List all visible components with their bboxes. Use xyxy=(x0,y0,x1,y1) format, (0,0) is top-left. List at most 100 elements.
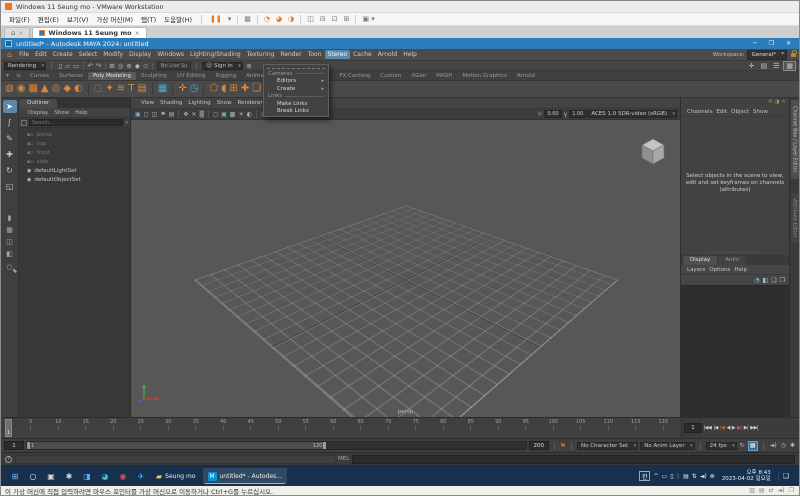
taskbar-clock[interactable]: 오후 8:43 2023-04-02 일요일 xyxy=(718,470,775,483)
outliner-item[interactable]: ▪▫ top xyxy=(27,139,130,148)
maya-menu-item[interactable]: Create xyxy=(50,50,76,59)
snap-grid-icon[interactable]: ⊞ xyxy=(108,62,116,70)
go-to-end-button[interactable]: ▶▶| xyxy=(750,425,759,431)
fps-dropdown[interactable]: 24 fps xyxy=(705,441,737,450)
animation-preferences-button[interactable]: ▦ xyxy=(747,440,758,451)
stereo-menu-item[interactable]: Make Links xyxy=(264,100,328,108)
close-button[interactable]: ✕ xyxy=(782,40,795,47)
channel-box-menu-item[interactable]: Show xyxy=(751,109,770,115)
outliner-item[interactable]: ◉ defaultLightSet xyxy=(27,166,130,175)
quad-draw-icon[interactable]: ❑ xyxy=(252,81,261,97)
vmware-menu-item[interactable]: 파일(F) xyxy=(5,15,34,25)
maya-menu-item[interactable]: Toon xyxy=(305,50,325,59)
viewport-canvas[interactable]: persp xyxy=(131,120,680,417)
view-cube[interactable] xyxy=(638,136,668,168)
vmware-home-tab[interactable]: ⌂ × xyxy=(4,27,31,38)
platonic-solid-icon[interactable]: ◌ xyxy=(94,81,103,97)
lock-camera-icon[interactable]: ◻ xyxy=(143,111,150,118)
textured-icon[interactable]: ▩ xyxy=(229,111,237,118)
vmware-menu-item[interactable]: 도움말(H) xyxy=(160,15,196,25)
shelf-tab[interactable]: Sculpting xyxy=(136,72,172,80)
poly-disc-icon[interactable]: ◐ xyxy=(74,81,83,97)
shelf-tab[interactable]: Poly Modeling xyxy=(87,71,137,80)
workspace-selector[interactable]: Workspace: General* xyxy=(713,49,797,60)
shelf-tab[interactable]: Surfaces xyxy=(54,72,88,80)
multi-cut-icon[interactable]: ▦ xyxy=(158,81,167,97)
live-surface-field[interactable]: No Live Su xyxy=(156,61,192,70)
merge-icon[interactable]: ✚ xyxy=(241,81,249,97)
viewport-menu-item[interactable]: Lighting xyxy=(185,100,213,106)
maya-menu-item[interactable]: Stereo xyxy=(324,50,351,59)
save-scene-icon[interactable]: ▭ xyxy=(72,62,81,70)
time-slider-ticks[interactable]: 1 5 10 15 20 25 30 35 40 45 50 55 60 65 70 75 80 85 90 95 1… xyxy=(1,418,681,438)
wireframe-icon[interactable]: ◻ xyxy=(212,111,219,118)
battery-tray-icon[interactable]: ▯ xyxy=(670,473,673,480)
vmware-toolbar-icon[interactable] xyxy=(300,14,302,24)
rotate-tool[interactable]: ↻ xyxy=(3,164,17,177)
viewport-menu-item[interactable]: Renderer xyxy=(234,100,265,106)
joint-xray-icon[interactable]: ✕ xyxy=(190,111,197,118)
manage-snapshots-icon[interactable]: ◑ xyxy=(285,15,297,23)
stereo-menu-item[interactable]: Links xyxy=(264,93,328,101)
outliner-search-input[interactable] xyxy=(29,119,124,126)
outliner-item[interactable]: ▪▫ persp xyxy=(27,130,130,139)
shelf-tab[interactable]: Rigging xyxy=(210,72,241,80)
vmware-vm-tab[interactable]: Windows 11 Seung mo × xyxy=(32,27,147,38)
select-tool[interactable]: ➤ xyxy=(2,100,17,113)
open-scene-icon[interactable]: ▱ xyxy=(64,62,72,70)
vmware-menu-item[interactable]: 편집(E) xyxy=(34,15,63,25)
vmware-menu-item[interactable]: 보기(V) xyxy=(63,15,92,25)
gamma-icon[interactable]: γ xyxy=(563,111,569,118)
outliner-menu-item[interactable]: Show xyxy=(51,110,72,116)
twitter-button[interactable]: ✈ xyxy=(133,468,149,484)
harddisk-device-icon[interactable]: ▤ xyxy=(758,487,766,494)
layout-persp-outliner-button[interactable]: ◫ xyxy=(3,237,17,247)
new-empty-layer-icon[interactable]: ❏ xyxy=(771,277,776,284)
show-thumbnails-icon[interactable]: ⊟ xyxy=(317,15,329,23)
character-set-dropdown[interactable]: No Character Set xyxy=(577,441,639,450)
globe-icon[interactable]: ⊕ xyxy=(245,62,253,70)
lock-icon[interactable] xyxy=(791,49,797,57)
layer-editor-menu-item[interactable]: Help xyxy=(732,267,749,273)
step-forward-frame-button[interactable]: ▶| xyxy=(743,425,749,431)
chrome-browser-button[interactable]: ◉ xyxy=(115,468,131,484)
take-snapshot-icon[interactable]: ◕ xyxy=(273,15,285,23)
sidebar-vertical-tab[interactable]: Attribute Editor xyxy=(790,192,799,244)
home-icon[interactable]: ⌂ xyxy=(7,50,12,59)
snap-point-icon[interactable]: ⊕ xyxy=(125,62,133,70)
layer-editor-menu-item[interactable]: Options xyxy=(707,267,732,273)
outliner-item[interactable]: ▪▫ front xyxy=(27,148,130,157)
hypershade-toggle-icon[interactable]: ▤ xyxy=(758,62,769,70)
stereo-menu-item[interactable]: Create ▸ xyxy=(264,85,328,93)
status-icon[interactable] xyxy=(82,61,84,70)
layer-list-empty[interactable] xyxy=(681,285,789,417)
maya-menu-item[interactable]: Cache xyxy=(350,50,375,59)
pause-caret-icon[interactable]: ▾ xyxy=(225,15,235,23)
layout-single-pane-button[interactable]: ▮ xyxy=(3,213,17,223)
bake-pivot-icon[interactable]: ◷ xyxy=(190,81,199,97)
channel-box-menu-item[interactable]: Object xyxy=(729,109,751,115)
poly-smooth-sphere-icon[interactable]: ◉ xyxy=(17,81,26,97)
shelf-tab[interactable]: Custom xyxy=(375,72,406,80)
workspace-value[interactable]: General* xyxy=(746,49,787,60)
search-button[interactable]: ○ xyxy=(25,468,41,484)
layer-editor-menu-item[interactable]: Layers xyxy=(685,267,707,273)
camera-attributes-icon[interactable]: ◫ xyxy=(151,111,159,118)
current-time-marker[interactable]: 1 xyxy=(5,419,12,437)
bluetooth-tray-icon[interactable]: ᛒ xyxy=(677,473,681,480)
maya-menu-item[interactable]: Modify xyxy=(100,50,126,59)
colorspace-dropdown[interactable]: ACES 1.0 SDR-video (sRGB) xyxy=(587,110,677,118)
viewport-menu-item[interactable]: View xyxy=(138,100,157,106)
monitor-tray-icon[interactable]: ▭ xyxy=(662,473,668,480)
zoom-tool-icon[interactable]: ○ xyxy=(3,262,17,272)
maya-menu-item[interactable]: Select xyxy=(76,50,101,59)
snap-curve-icon[interactable]: ◎ xyxy=(116,62,125,70)
sign-in-dropdown[interactable]: ☺ Sign in xyxy=(202,61,243,70)
sidebar-vertical-tab[interactable]: Channel Box / Layer Editor xyxy=(790,100,799,179)
mel-toggle[interactable]: MEL xyxy=(338,456,349,462)
play-forwards-button[interactable]: ▶ xyxy=(731,425,736,431)
notification-center-icon[interactable]: ❏ xyxy=(777,472,793,480)
outliner-tab[interactable]: Outliner xyxy=(19,99,58,108)
viewport-menu-item[interactable]: Show xyxy=(214,100,235,106)
maya-menu-item[interactable]: Render xyxy=(277,50,304,59)
